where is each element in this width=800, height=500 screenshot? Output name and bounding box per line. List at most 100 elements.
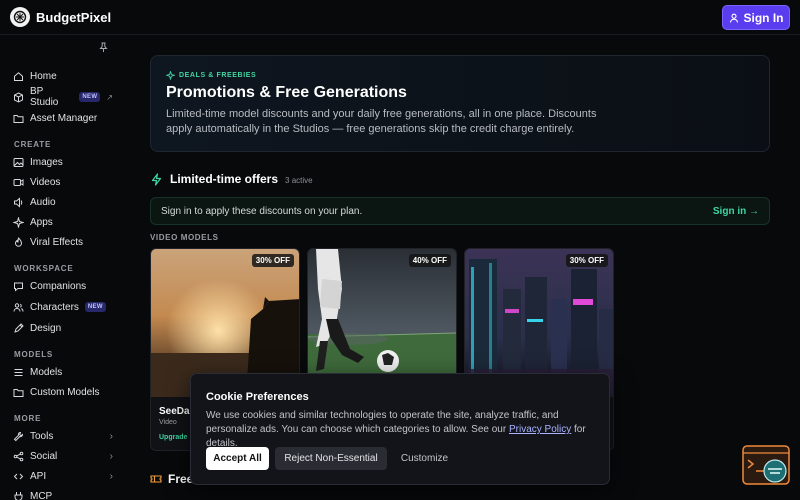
cookie-text: We use cookies and similar technologies … <box>206 410 559 435</box>
section-create-title: CREATE <box>14 140 52 149</box>
brand-name: BudgetPixel <box>36 9 112 25</box>
share-icon <box>13 451 24 461</box>
sidebar-item-apps[interactable]: Apps <box>13 214 113 230</box>
lightning-icon <box>151 172 162 186</box>
sidebar-item-social[interactable]: Social › <box>13 448 113 464</box>
box-icon <box>14 91 23 103</box>
sidebar-item-label: MCP <box>30 490 53 500</box>
sparkle-icon <box>166 71 175 80</box>
sidebar-item-characters[interactable]: Characters NEW <box>13 299 113 315</box>
free-generations-header: Free <box>150 472 193 486</box>
brand-logo[interactable]: BudgetPixel <box>10 7 111 27</box>
chevron-right-icon: › <box>109 430 113 442</box>
sidebar-item-label: Asset Manager <box>30 112 98 124</box>
pin-icon[interactable] <box>98 42 109 53</box>
upgrade-link[interactable]: Upgrade <box>159 434 187 441</box>
sidebar-item-custom-models[interactable]: Custom Models <box>13 384 113 400</box>
logo-icon <box>10 7 30 27</box>
offers-header: Limited-time offers 3 active <box>150 172 313 186</box>
sidebar-item-label: Videos <box>30 176 61 188</box>
card-type: Video <box>159 419 177 426</box>
hero-description: Limited-time model discounts and your da… <box>166 108 597 135</box>
sidebar-item-label: Audio <box>30 196 56 208</box>
sidebar-item-label: Characters <box>30 301 79 313</box>
reject-non-essential-button[interactable]: Reject Non-Essential <box>275 447 387 470</box>
sparkle-icon <box>13 216 24 228</box>
sidebar-item-label: Images <box>30 156 63 168</box>
video-icon <box>13 178 24 186</box>
privacy-policy-link[interactable]: Privacy Policy <box>509 424 571 435</box>
chevron-right-icon: › <box>109 450 113 462</box>
hero-tag: DEALS & FREEBIES <box>166 71 256 80</box>
discount-badge: 30% OFF <box>251 254 294 267</box>
sidebar-item-label: Design <box>30 322 62 334</box>
section-workspace-title: WORKSPACE <box>14 264 74 273</box>
card-title: SeeDar <box>159 406 194 417</box>
new-badge: NEW <box>84 302 106 312</box>
audio-icon <box>14 196 23 208</box>
code-icon <box>13 473 24 479</box>
discount-badge: 30% OFF <box>565 254 608 267</box>
sidebar-item-label: Models <box>30 366 63 378</box>
sidebar-item-bp-studio[interactable]: BP Studio NEW ↗ <box>13 86 113 108</box>
sidebar-item-audio[interactable]: Audio <box>13 194 113 210</box>
sign-in-banner-text: Sign in to apply these discounts on your… <box>161 206 363 217</box>
sidebar-item-label: Home <box>30 70 57 82</box>
cookie-title: Cookie Preferences <box>206 391 309 403</box>
sidebar-item-label: API <box>30 470 47 482</box>
sidebar-item-api[interactable]: API › <box>13 468 113 484</box>
home-icon <box>14 71 23 81</box>
sidebar-item-design[interactable]: Design <box>13 320 113 336</box>
sidebar-item-viral-effects[interactable]: Viral Effects <box>13 234 113 250</box>
folder-icon <box>13 388 24 397</box>
discount-badge: 40% OFF <box>408 254 451 267</box>
sign-in-button[interactable]: Sign In <box>722 5 790 30</box>
customize-button[interactable]: Customize <box>391 447 458 470</box>
tools-icon <box>13 431 23 441</box>
sidebar-item-label: Custom Models <box>30 386 100 398</box>
hero-tag-label: DEALS & FREEBIES <box>179 72 257 79</box>
offers-title: Limited-time offers <box>170 172 279 186</box>
sidebar-item-label: Viral Effects <box>30 236 83 248</box>
sidebar-item-companions[interactable]: Companions <box>13 278 113 294</box>
support-chat-widget[interactable] <box>742 445 790 485</box>
plug-icon <box>14 491 23 500</box>
new-badge: NEW <box>79 92 101 102</box>
users-icon <box>13 302 24 312</box>
sign-in-banner: Sign in to apply these discounts on your… <box>150 197 770 225</box>
cookie-dialog: Cookie Preferences We use cookies and si… <box>190 373 610 485</box>
support-chat-icon <box>742 445 790 485</box>
sidebar-item-label: Social <box>30 450 58 462</box>
list-icon <box>14 368 23 376</box>
section-more-title: MORE <box>14 414 42 423</box>
sidebar-item-home[interactable]: Home <box>13 68 113 84</box>
image-icon <box>13 157 24 167</box>
offers-count: 3 active <box>285 175 313 185</box>
ticket-icon <box>150 475 162 483</box>
sidebar-item-label: Apps <box>30 216 53 228</box>
sidebar-item-models[interactable]: Models <box>13 364 113 380</box>
external-link-icon: ↗ <box>106 92 113 102</box>
sidebar-item-videos[interactable]: Videos <box>13 174 113 190</box>
sign-in-link[interactable]: Sign in → <box>713 206 759 217</box>
chevron-right-icon: › <box>109 470 113 482</box>
user-icon <box>729 13 738 23</box>
sidebar-item-label: Tools <box>30 430 54 442</box>
sidebar-item-images[interactable]: Images <box>13 154 113 170</box>
sidebar-item-asset-manager[interactable]: Asset Manager <box>13 110 113 126</box>
flame-icon <box>14 236 23 247</box>
design-icon <box>14 322 24 333</box>
chat-icon <box>14 282 23 292</box>
sign-in-label: Sign In <box>743 10 784 25</box>
folder-icon <box>13 114 24 123</box>
section-models-title: MODELS <box>14 350 54 359</box>
sidebar-item-mcp[interactable]: MCP <box>13 488 113 500</box>
accept-all-button[interactable]: Accept All <box>206 447 269 470</box>
sidebar-item-label: Companions <box>30 280 87 292</box>
top-bar: BudgetPixel Sign In <box>0 0 800 35</box>
sidebar-item-tools[interactable]: Tools › <box>13 428 113 444</box>
video-models-label: VIDEO MODELS <box>150 233 219 242</box>
sidebar-item-label: BP Studio <box>30 86 59 108</box>
cookie-description: We use cookies and similar technologies … <box>206 409 601 451</box>
hero-banner: DEALS & FREEBIES Promotions & Free Gener… <box>150 55 770 152</box>
